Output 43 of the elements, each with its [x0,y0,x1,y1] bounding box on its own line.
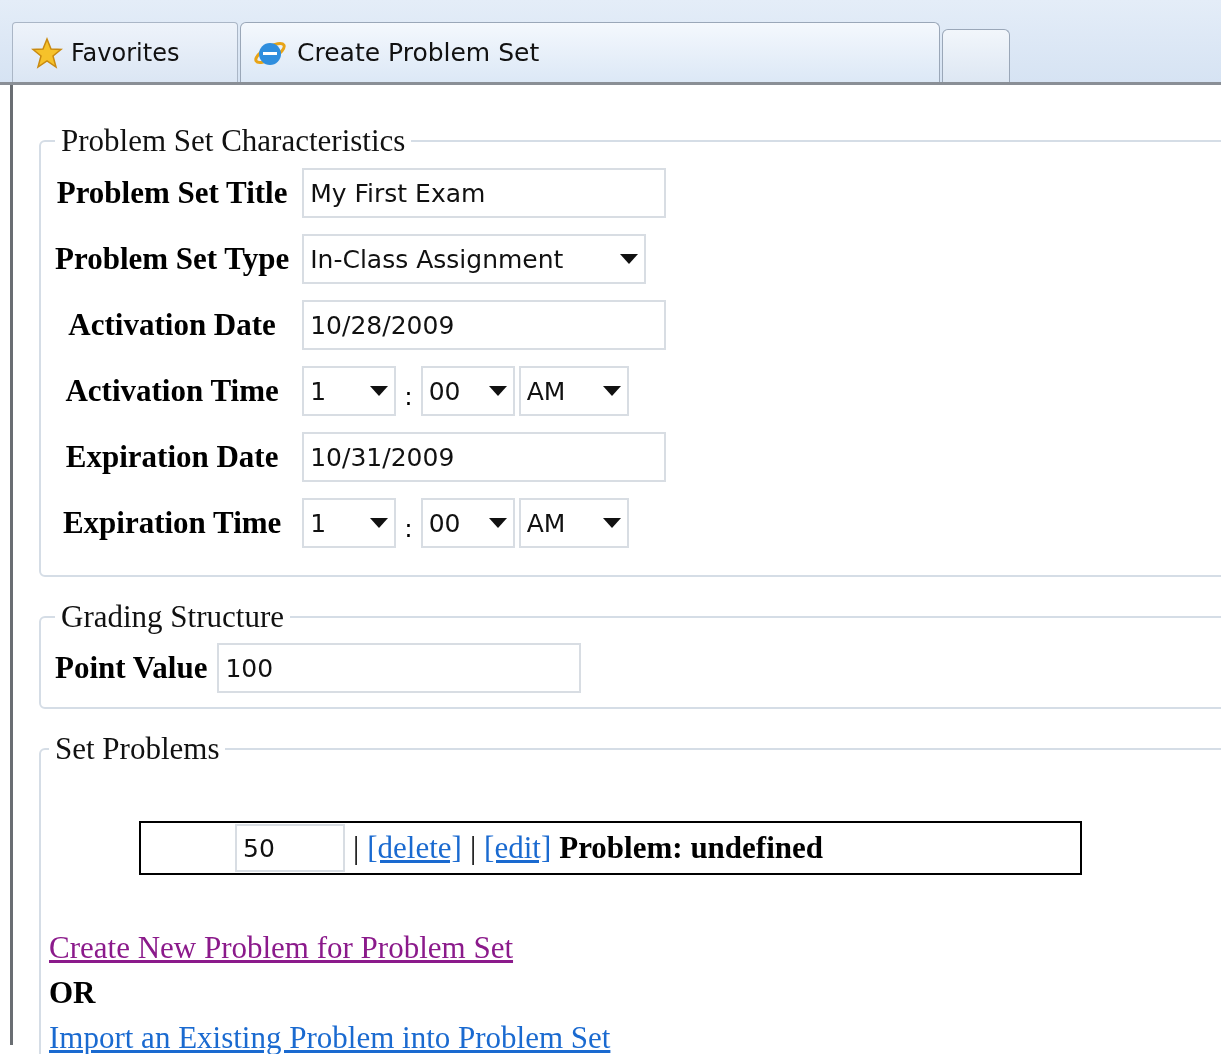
text-field[interactable]: 10/31/2009 [302,432,667,482]
new-tab-button[interactable] [942,29,1010,82]
delete-link[interactable]: [delete] [367,830,462,866]
time-separator: : [403,512,414,543]
or-text: OR [49,974,96,1012]
dropdown-arrow-icon [602,518,621,528]
separator-text: | [469,830,477,866]
edit-link[interactable]: [edit] [484,830,552,866]
text-field[interactable]: 10/28/2009 [302,300,667,350]
import-problem-link[interactable]: Import an Existing Problem into Problem Set [49,1015,611,1054]
dropdown-arrow-icon [370,518,389,528]
separator-text: | [353,830,360,866]
field-label: Expiration Date [65,439,279,474]
browser-tab[interactable]: Create Problem Set [240,22,940,82]
field-label: Point Value [55,650,208,686]
field-label: Problem Set Title [56,175,288,210]
field-label: Expiration Time [62,505,282,540]
dropdown[interactable]: AM [518,366,629,416]
dropdown-arrow-icon [488,386,507,396]
dropdown-arrow-icon [602,386,621,396]
field-label: Problem Set Type [55,241,290,276]
section-legend: Grading Structure [55,599,290,635]
problem-title: Problem: undefined [559,830,824,866]
section-legend: Problem Set Characteristics [55,123,412,159]
field-label: Activation Time [65,373,279,408]
text-field[interactable]: 100 [217,643,582,693]
time-separator: : [403,380,414,411]
field-label: Activation Date [68,307,276,342]
text-field[interactable]: My First Exam [302,168,667,218]
dropdown[interactable]: 00 [420,498,515,548]
points-field[interactable]: 50 [235,824,345,872]
favorites-button[interactable]: Favorites [12,22,238,82]
section-legend: Set Problems [49,731,226,767]
dropdown-arrow-icon [370,386,389,396]
dropdown-arrow-icon [620,254,639,264]
dropdown[interactable]: 00 [420,366,515,416]
dropdown[interactable]: AM [518,498,629,548]
star-icon [31,36,63,69]
dropdown[interactable]: 1 [302,366,397,416]
dropdown-arrow-icon [488,518,507,528]
create-problem-link[interactable]: Create New Problem for Problem Set [49,925,514,970]
dropdown[interactable]: In-Class Assignment [302,234,647,284]
dropdown[interactable]: 1 [302,498,397,548]
